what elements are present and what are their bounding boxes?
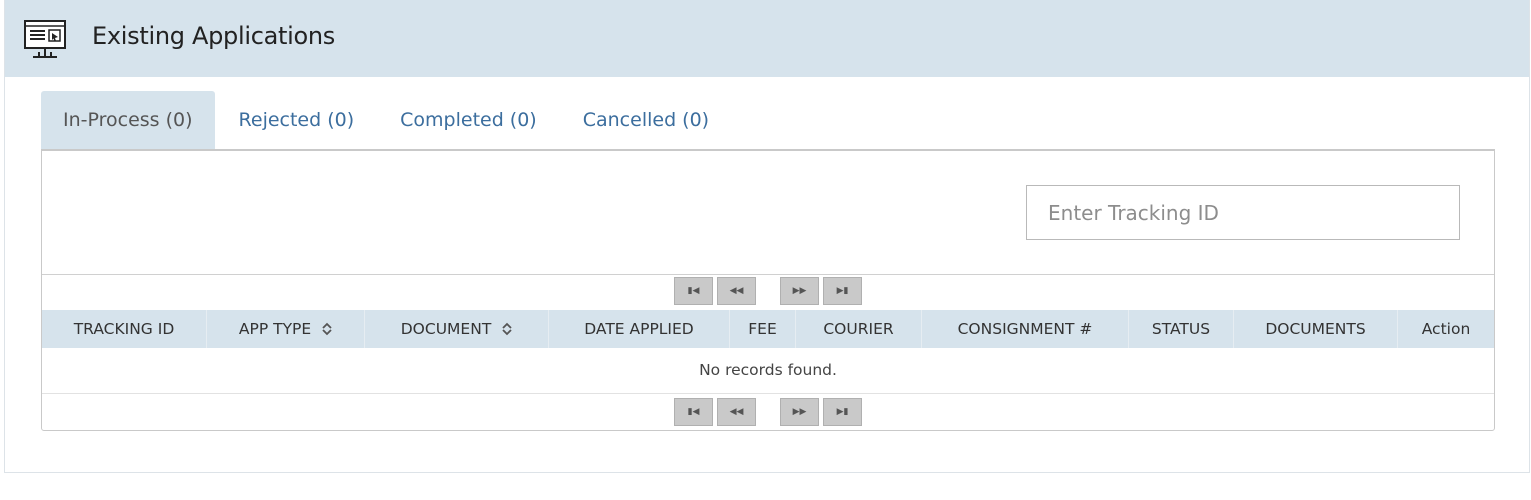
column-label: DOCUMENT bbox=[400, 320, 492, 338]
paginator-bottom: ▮◀ ◀◀ ▶▶ ▶▮ bbox=[42, 393, 1494, 431]
page-title: Existing Applications bbox=[92, 22, 335, 50]
next-page-button[interactable]: ▶▶ bbox=[780, 277, 819, 305]
column-label: DOCUMENTS bbox=[1265, 320, 1366, 338]
next-page-icon: ▶▶ bbox=[792, 286, 807, 296]
column-header-consignment: CONSIGNMENT # bbox=[922, 310, 1129, 348]
column-header-app-type[interactable]: APP TYPE bbox=[207, 310, 365, 348]
existing-applications-panel: Existing Applications In-Process (0) Rej… bbox=[4, 0, 1530, 473]
previous-page-button[interactable]: ◀◀ bbox=[717, 398, 756, 426]
status-tabs: In-Process (0) Rejected (0) Completed (0… bbox=[41, 91, 731, 149]
column-label: COURIER bbox=[823, 320, 894, 338]
previous-page-button[interactable]: ◀◀ bbox=[717, 277, 756, 305]
next-page-icon: ▶▶ bbox=[792, 407, 807, 417]
monitor-application-icon bbox=[23, 18, 69, 62]
column-header-fee: FEE bbox=[730, 310, 796, 348]
tab-completed[interactable]: Completed (0) bbox=[378, 91, 559, 149]
column-label: FEE bbox=[748, 320, 777, 338]
column-label: CONSIGNMENT # bbox=[957, 320, 1093, 338]
column-label: TRACKING ID bbox=[73, 320, 175, 338]
sort-icon bbox=[502, 312, 512, 350]
column-header-action: Action bbox=[1398, 310, 1494, 348]
column-header-status: STATUS bbox=[1129, 310, 1234, 348]
empty-message: No records found. bbox=[699, 361, 837, 379]
table-header-row: TRACKING ID APP TYPE DOCUMENT DATE APPLI… bbox=[42, 310, 1494, 348]
tab-in-process[interactable]: In-Process (0) bbox=[41, 91, 215, 149]
panel-header: Existing Applications bbox=[5, 0, 1529, 77]
column-header-document[interactable]: DOCUMENT bbox=[365, 310, 549, 348]
search-area bbox=[42, 150, 1494, 275]
column-label: Action bbox=[1421, 320, 1471, 338]
first-page-button[interactable]: ▮◀ bbox=[674, 398, 713, 426]
last-page-icon: ▶▮ bbox=[836, 286, 849, 296]
column-header-documents: DOCUMENTS bbox=[1234, 310, 1398, 348]
last-page-button[interactable]: ▶▮ bbox=[823, 398, 862, 426]
first-page-button[interactable]: ▮◀ bbox=[674, 277, 713, 305]
column-label: STATUS bbox=[1151, 320, 1211, 338]
previous-page-icon: ◀◀ bbox=[729, 407, 744, 417]
last-page-icon: ▶▮ bbox=[836, 407, 849, 417]
column-label: DATE APPLIED bbox=[584, 320, 694, 338]
previous-page-icon: ◀◀ bbox=[729, 286, 744, 296]
paginator-top: ▮◀ ◀◀ ▶▶ ▶▮ bbox=[42, 273, 1494, 310]
first-page-icon: ▮◀ bbox=[687, 286, 700, 296]
sort-icon bbox=[322, 312, 332, 350]
tracking-id-search-input[interactable] bbox=[1026, 185, 1460, 240]
last-page-button[interactable]: ▶▮ bbox=[823, 277, 862, 305]
tab-cancelled[interactable]: Cancelled (0) bbox=[561, 91, 731, 149]
first-page-icon: ▮◀ bbox=[687, 407, 700, 417]
column-label: APP TYPE bbox=[238, 320, 312, 338]
next-page-button[interactable]: ▶▶ bbox=[780, 398, 819, 426]
column-header-tracking-id: TRACKING ID bbox=[42, 310, 207, 348]
tab-rejected[interactable]: Rejected (0) bbox=[217, 91, 377, 149]
column-header-date-applied: DATE APPLIED bbox=[549, 310, 730, 348]
column-header-courier: COURIER bbox=[796, 310, 922, 348]
applications-table-container: ▮◀ ◀◀ ▶▶ ▶▮ TRACKING ID APP TYPE bbox=[41, 149, 1495, 431]
